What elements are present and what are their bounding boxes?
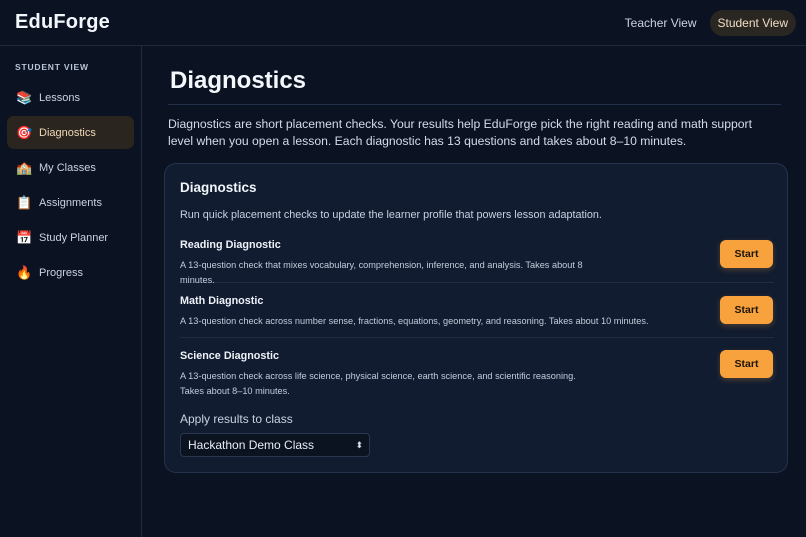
sidebar-item-label: Diagnostics [39, 126, 96, 139]
intro-text: Diagnostics are short placement checks. … [168, 117, 752, 148]
clipboard-icon: 📋 [16, 194, 33, 210]
target-icon: 🎯 [16, 124, 33, 140]
card-title: Diagnostics [180, 180, 257, 195]
class-select-value: Hackathon Demo Class [188, 438, 315, 452]
title-divider [168, 104, 781, 105]
diagnostic-description: A 13-question check across number sense,… [180, 316, 649, 326]
sidebar-item-assignments[interactable]: 📋 Assignments [7, 186, 134, 219]
chevron-updown-icon: ⬍ [355, 439, 363, 450]
sidebar-item-diagnostics[interactable]: 🎯 Diagnostics [7, 116, 134, 149]
sidebar-item-my-classes[interactable]: 🏫 My Classes [7, 151, 134, 184]
page-title: Diagnostics [170, 67, 307, 94]
teacher-view-button[interactable]: Teacher View [616, 10, 706, 36]
start-science-button[interactable]: Start [720, 350, 773, 378]
sidebar-item-label: Lessons [39, 91, 80, 104]
sidebar-item-progress[interactable]: 🔥 Progress [7, 256, 134, 289]
view-switch: Teacher View Student View [616, 9, 796, 36]
sidebar: STUDENT VIEW 📚 Lessons 🎯 Diagnostics 🏫 M… [0, 46, 142, 537]
diagnostic-name: Reading Diagnostic [180, 239, 281, 251]
books-icon: 📚 [16, 89, 33, 105]
start-reading-button[interactable]: Start [720, 240, 773, 268]
sidebar-item-label: Progress [39, 266, 84, 279]
sidebar-heading: STUDENT VIEW [15, 62, 89, 72]
diagnostic-description: A 13-question check that mixes vocabular… [180, 260, 583, 285]
apply-results-label: Apply results to class [180, 412, 293, 426]
diagnostic-row-science: Science Diagnostic A 13-question check a… [180, 350, 774, 400]
class-select[interactable]: Hackathon Demo Class ⬍ [180, 433, 370, 457]
calendar-icon: 📅 [16, 229, 33, 245]
top-bar: EduForge Teacher View Student View [0, 0, 806, 46]
sidebar-item-label: My Classes [39, 161, 96, 174]
diagnostic-name: Science Diagnostic [180, 350, 280, 362]
brand-logo: EduForge [15, 11, 110, 33]
diagnostic-description: A 13-question check across life science,… [180, 371, 576, 396]
diagnostic-row-reading: Reading Diagnostic A 13-question check t… [180, 239, 774, 285]
diagnostics-card: Diagnostics Run quick placement checks t… [164, 163, 788, 473]
diagnostic-name: Math Diagnostic [180, 295, 264, 307]
fire-icon: 🔥 [16, 264, 33, 280]
student-view-button[interactable]: Student View [709, 9, 796, 36]
sidebar-item-lessons[interactable]: 📚 Lessons [7, 81, 134, 114]
sidebar-item-study-planner[interactable]: 📅 Study Planner [7, 221, 134, 254]
sidebar-item-label: Study Planner [39, 231, 109, 244]
card-subtitle: Run quick placement checks to update the… [180, 209, 602, 221]
school-icon: 🏫 [16, 159, 33, 175]
sidebar-item-label: Assignments [39, 196, 102, 209]
start-math-button[interactable]: Start [720, 296, 773, 324]
diagnostic-row-math: Math Diagnostic A 13-question check acro… [180, 295, 774, 338]
main-content: Diagnostics Diagnostics are short placem… [142, 46, 806, 537]
